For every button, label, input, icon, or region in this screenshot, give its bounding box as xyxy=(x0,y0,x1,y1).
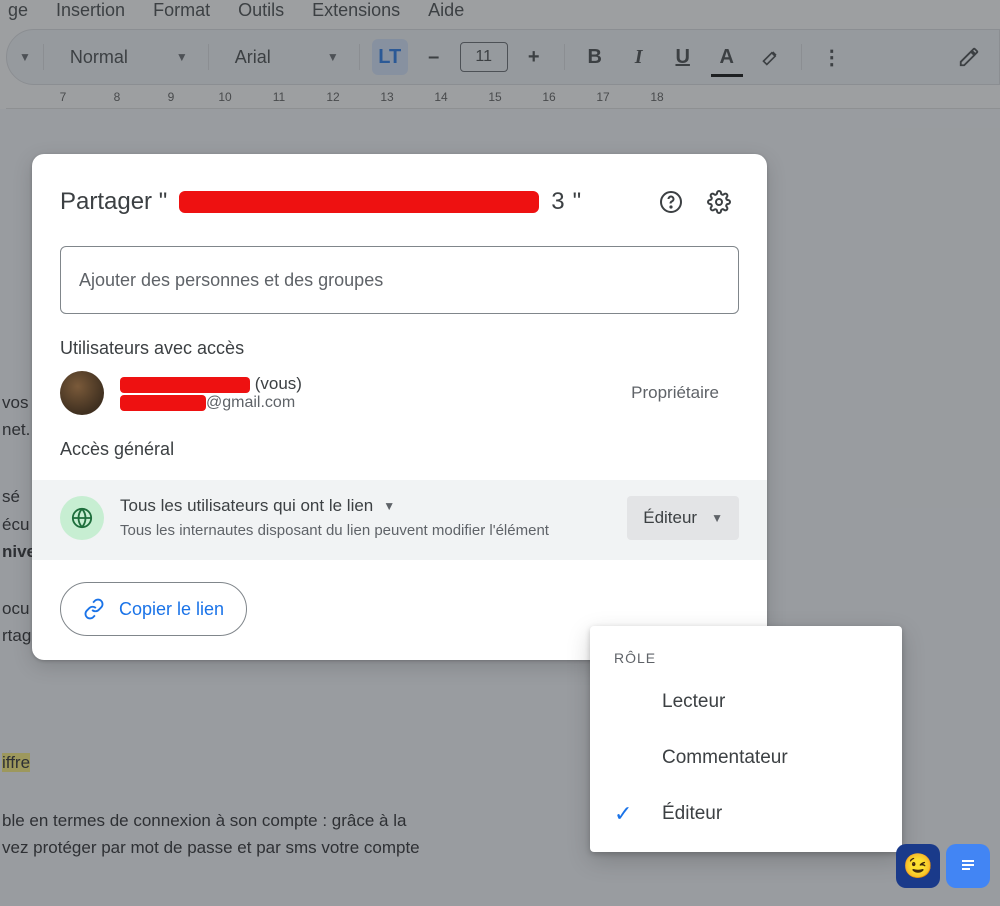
redacted xyxy=(120,395,206,411)
add-people-input[interactable]: Ajouter des personnes et des groupes xyxy=(60,246,739,314)
general-access-section: Tous les utilisateurs qui ont le lien ▼ … xyxy=(32,480,767,560)
chevron-down-icon: ▼ xyxy=(383,499,395,513)
gear-icon[interactable] xyxy=(699,182,739,222)
redacted xyxy=(179,191,539,213)
role-dropdown[interactable]: Éditeur ▼ xyxy=(627,496,739,540)
assistant-icon[interactable]: 😉 xyxy=(896,844,940,888)
role-menu: RÔLE Lecteur Commentateur ✓ Éditeur xyxy=(590,626,902,852)
role-option-label: Commentateur xyxy=(662,747,788,769)
check-icon: ✓ xyxy=(614,801,632,827)
docs-icon[interactable] xyxy=(946,844,990,888)
help-icon[interactable] xyxy=(651,182,691,222)
floating-dock: 😉 xyxy=(896,844,990,888)
copy-link-label: Copier le lien xyxy=(119,599,224,620)
users-section-label: Utilisateurs avec accès xyxy=(32,314,767,371)
owner-role-label: Propriétaire xyxy=(631,383,739,403)
role-option-editor[interactable]: ✓ Éditeur xyxy=(590,786,902,842)
globe-icon xyxy=(60,496,104,540)
role-menu-label: RÔLE xyxy=(590,642,902,674)
role-option-label: Éditeur xyxy=(662,803,722,825)
general-access-label: Accès général xyxy=(32,415,767,472)
role-option-label: Lecteur xyxy=(662,691,725,713)
owner-email-suffix: @gmail.com xyxy=(206,394,295,411)
role-option-viewer[interactable]: Lecteur xyxy=(590,674,902,730)
share-dialog: Partager " 3 " Ajouter des personnes et … xyxy=(32,154,767,660)
copy-link-button[interactable]: Copier le lien xyxy=(60,582,247,636)
dialog-title-prefix: Partager " xyxy=(60,188,167,216)
general-access-title: Tous les utilisateurs qui ont le lien xyxy=(120,496,373,516)
avatar xyxy=(60,371,104,415)
add-people-placeholder: Ajouter des personnes et des groupes xyxy=(79,270,383,291)
chevron-down-icon: ▼ xyxy=(711,511,723,525)
general-access-desc: Tous les internautes disposant du lien p… xyxy=(120,522,560,539)
role-dropdown-label: Éditeur xyxy=(643,508,697,528)
general-access-dropdown[interactable]: Tous les utilisateurs qui ont le lien ▼ xyxy=(120,496,611,516)
dialog-title-char: 3 xyxy=(551,188,564,216)
dialog-title-quote: " xyxy=(573,188,582,216)
owner-row: (vous) @gmail.com Propriétaire xyxy=(32,371,767,415)
redacted xyxy=(120,377,250,393)
role-option-commenter[interactable]: Commentateur xyxy=(590,730,902,786)
owner-you-suffix: (vous) xyxy=(255,374,302,393)
